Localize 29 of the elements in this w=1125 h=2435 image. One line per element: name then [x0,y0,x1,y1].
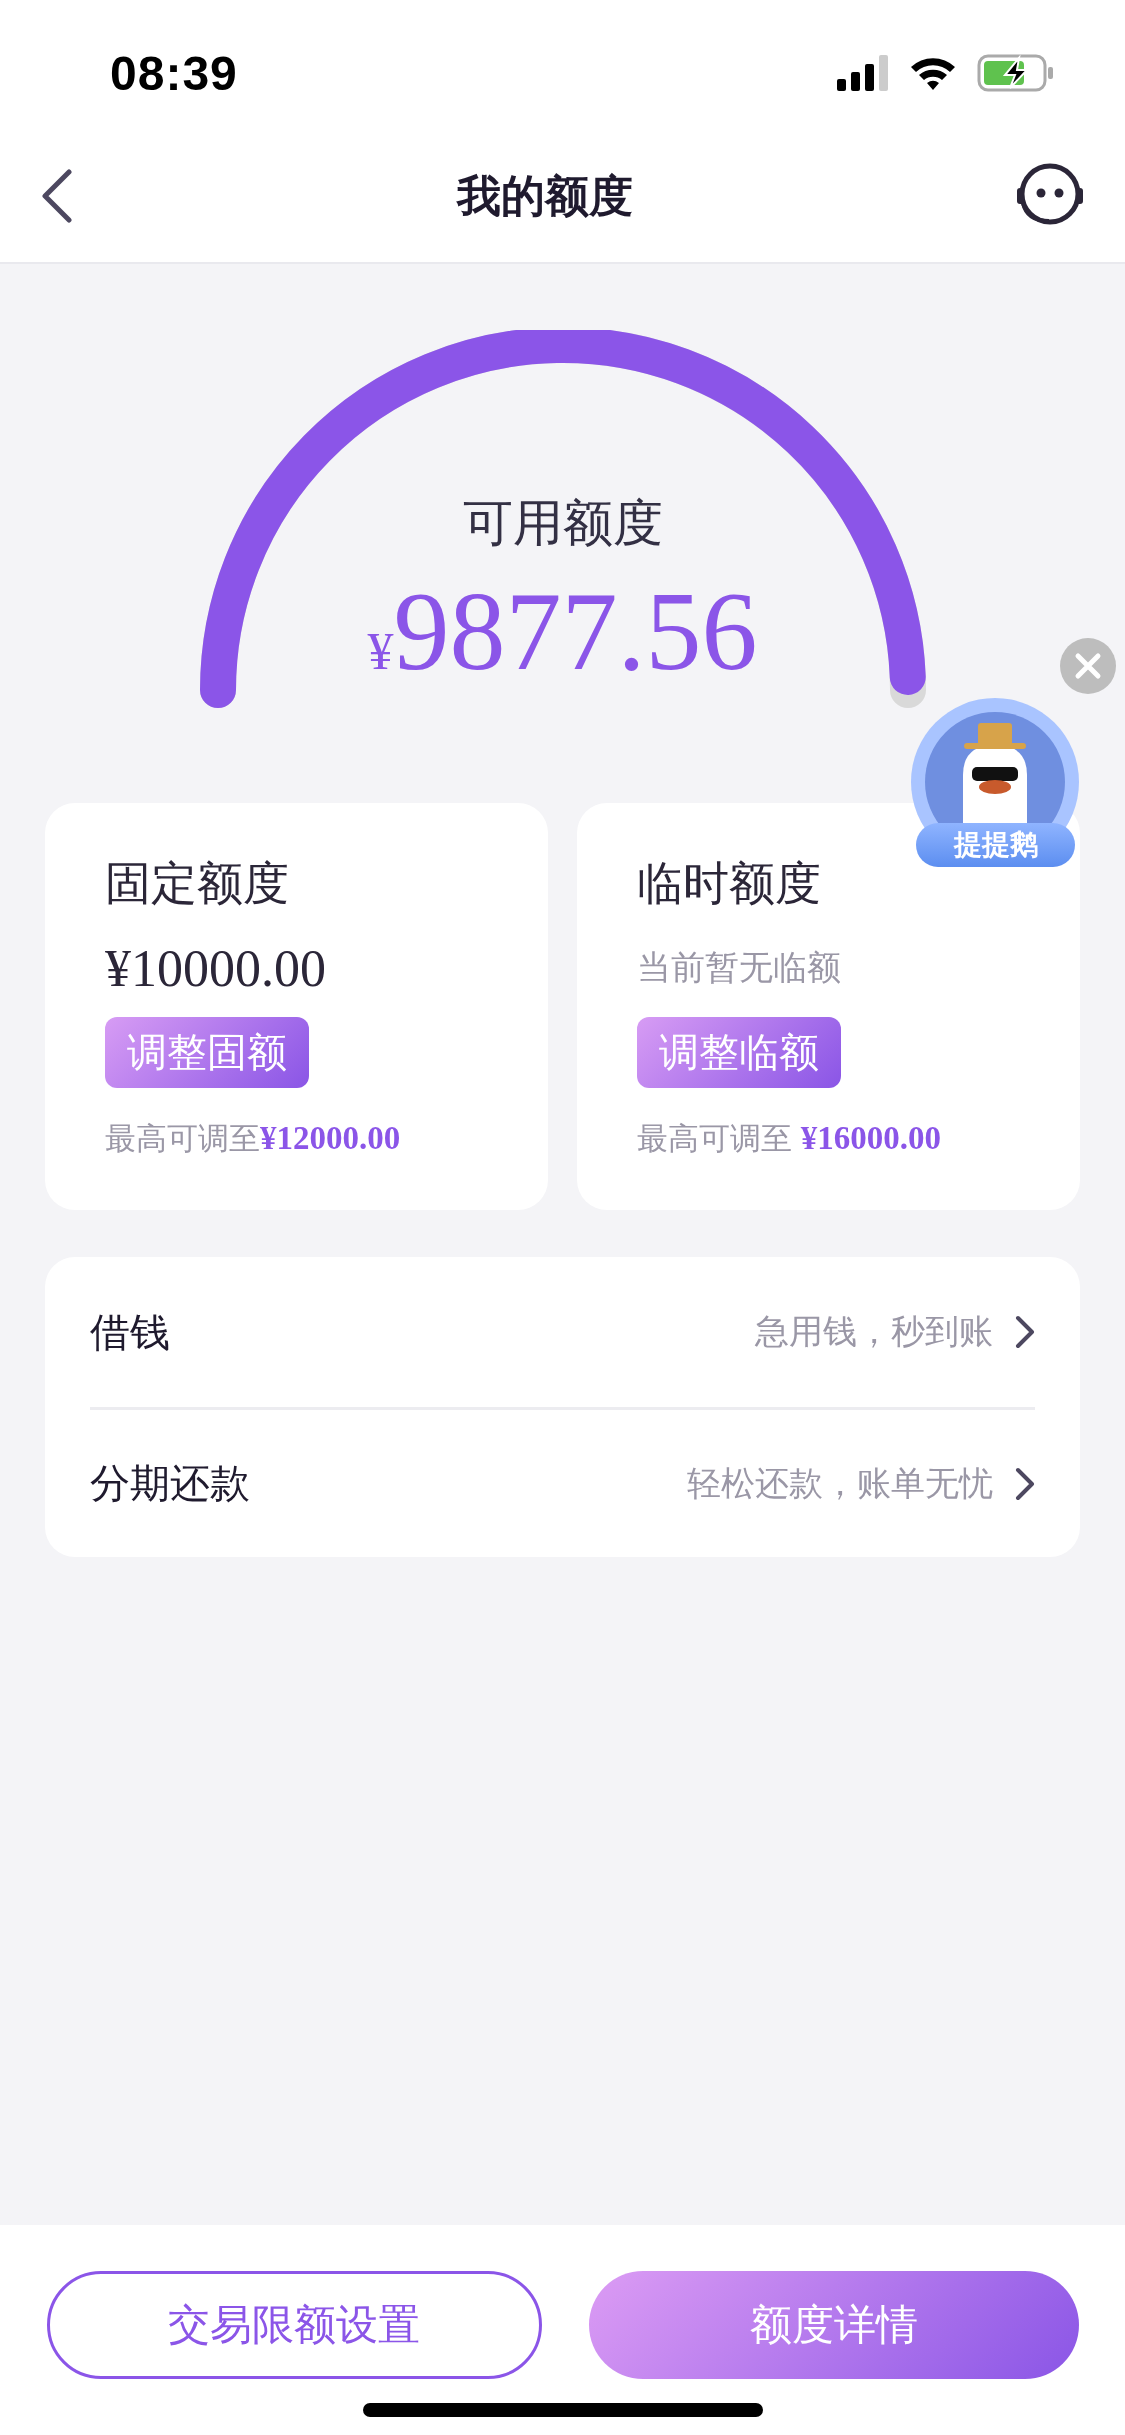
credit-amount: ¥10000.00 [105,938,326,999]
available-credit-label: 可用额度 [462,494,663,553]
battery-icon [977,54,1055,92]
adjust-button[interactable]: 调整固额 [105,1017,309,1088]
wifi-icon [909,55,957,91]
menu-label: 分期还款 [90,1460,250,1507]
chevron-right-icon [1015,1315,1035,1349]
close-icon [1074,652,1102,680]
page-title: 我的额度 [456,169,633,222]
menu-row[interactable]: 借钱 急用钱，秒到账 [90,1257,1035,1407]
available-credit-amount: ¥9877.56 [367,568,758,695]
badge-label: 提提鹅 [916,823,1075,867]
credit-hint: 当前暂无临额 [637,947,841,988]
details-button[interactable]: 额度详情 [588,2271,1079,2379]
max-limit-note: 最高可调至¥12000.00 [105,1119,401,1158]
menu-hint: 轻松还款，账单无忧 [687,1462,993,1504]
card-title: 临时额度 [637,856,821,911]
assistant-badge[interactable]: 提提鹅 [908,695,1083,873]
menu-row[interactable]: 分期还款 轻松还款，账单无忧 [90,1407,1035,1557]
menu-label: 借钱 [90,1308,170,1356]
status-time: 08:39 [110,45,238,101]
adjust-button[interactable]: 调整临额 [637,1017,841,1088]
signal-icon [837,55,889,91]
limit-settings-button[interactable]: 交易限额设置 [46,2271,542,2379]
menu-hint: 急用钱，秒到账 [755,1311,993,1352]
max-limit-note: 最高可调至 ¥16000.00 [637,1119,941,1158]
chevron-right-icon [1015,1466,1035,1501]
back-button[interactable] [40,169,74,223]
card-title: 固定额度 [105,856,289,911]
